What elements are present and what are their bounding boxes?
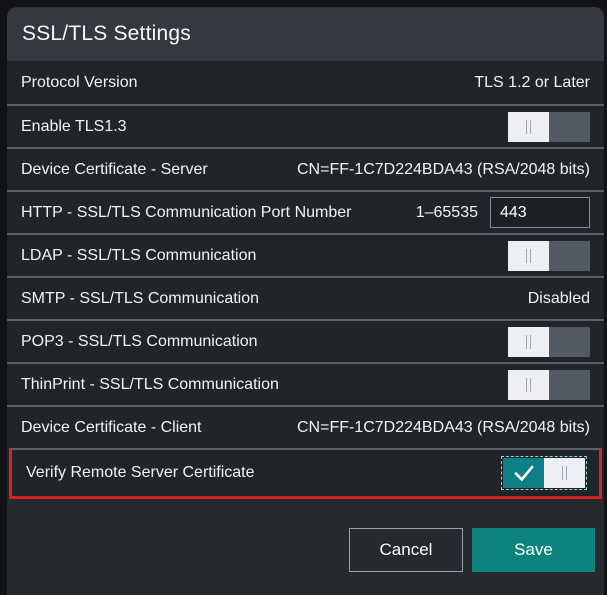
checkmark-icon [511, 460, 537, 486]
http-port-input[interactable] [490, 197, 590, 228]
device-cert-server-value: CN=FF-1C7D224BDA43 (RSA/2048 bits) [297, 161, 590, 179]
row-thinprint: ThinPrint - SSL/TLS Communication [7, 362, 604, 405]
smtp-value: Disabled [528, 290, 590, 308]
enable-tls13-toggle[interactable] [508, 112, 590, 142]
row-smtp: SMTP - SSL/TLS Communication Disabled [7, 276, 604, 319]
protocol-version-value: TLS 1.2 or Later [474, 74, 590, 92]
ldap-label: LDAP - SSL/TLS Communication [21, 247, 256, 265]
row-device-cert-client: Device Certificate - Client CN=FF-1C7D22… [7, 405, 604, 448]
dialog-footer: Cancel Save [7, 499, 604, 595]
ssl-tls-settings-dialog: SSL/TLS Settings Protocol Version TLS 1.… [7, 7, 604, 595]
thinprint-label: ThinPrint - SSL/TLS Communication [21, 376, 279, 394]
toggle-track [549, 327, 590, 357]
row-http-port: HTTP - SSL/TLS Communication Port Number… [7, 190, 604, 233]
row-device-cert-server: Device Certificate - Server CN=FF-1C7D22… [7, 147, 604, 190]
toggle-knob [508, 241, 549, 271]
protocol-version-label: Protocol Version [21, 74, 138, 92]
grip-icon [562, 466, 567, 480]
grip-icon [526, 378, 531, 392]
toggle-track [549, 241, 590, 271]
verify-remote-cert-toggle[interactable] [503, 458, 585, 488]
enable-tls13-label: Enable TLS1.3 [21, 118, 127, 136]
http-port-group: 1–65535 [416, 197, 590, 228]
toggle-track [549, 112, 590, 142]
pop3-toggle[interactable] [508, 327, 590, 357]
save-button[interactable]: Save [472, 528, 595, 572]
row-verify-remote-cert: Verify Remote Server Certificate [9, 448, 602, 499]
dialog-title: SSL/TLS Settings [22, 22, 191, 46]
row-ldap: LDAP - SSL/TLS Communication [7, 233, 604, 276]
http-port-range: 1–65535 [416, 204, 478, 222]
toggle-track [549, 370, 590, 400]
device-cert-client-label: Device Certificate - Client [21, 419, 202, 437]
smtp-label: SMTP - SSL/TLS Communication [21, 290, 259, 308]
toggle-knob [508, 327, 549, 357]
row-enable-tls13: Enable TLS1.3 [7, 104, 604, 147]
thinprint-toggle[interactable] [508, 370, 590, 400]
grip-icon [526, 335, 531, 349]
toggle-knob [508, 370, 549, 400]
row-pop3: POP3 - SSL/TLS Communication [7, 319, 604, 362]
row-protocol-version: Protocol Version TLS 1.2 or Later [7, 61, 604, 104]
toggle-knob [508, 112, 549, 142]
device-cert-server-label: Device Certificate - Server [21, 161, 208, 179]
ldap-toggle[interactable] [508, 241, 590, 271]
pop3-label: POP3 - SSL/TLS Communication [21, 333, 258, 351]
device-cert-client-value: CN=FF-1C7D224BDA43 (RSA/2048 bits) [297, 419, 590, 437]
grip-icon [526, 249, 531, 263]
dialog-titlebar: SSL/TLS Settings [7, 7, 604, 61]
verify-remote-cert-label: Verify Remote Server Certificate [26, 464, 255, 482]
cancel-button[interactable]: Cancel [349, 528, 463, 572]
toggle-track-on [503, 458, 544, 488]
toggle-knob [544, 458, 585, 488]
http-port-label: HTTP - SSL/TLS Communication Port Number [21, 204, 351, 222]
grip-icon [526, 120, 531, 134]
